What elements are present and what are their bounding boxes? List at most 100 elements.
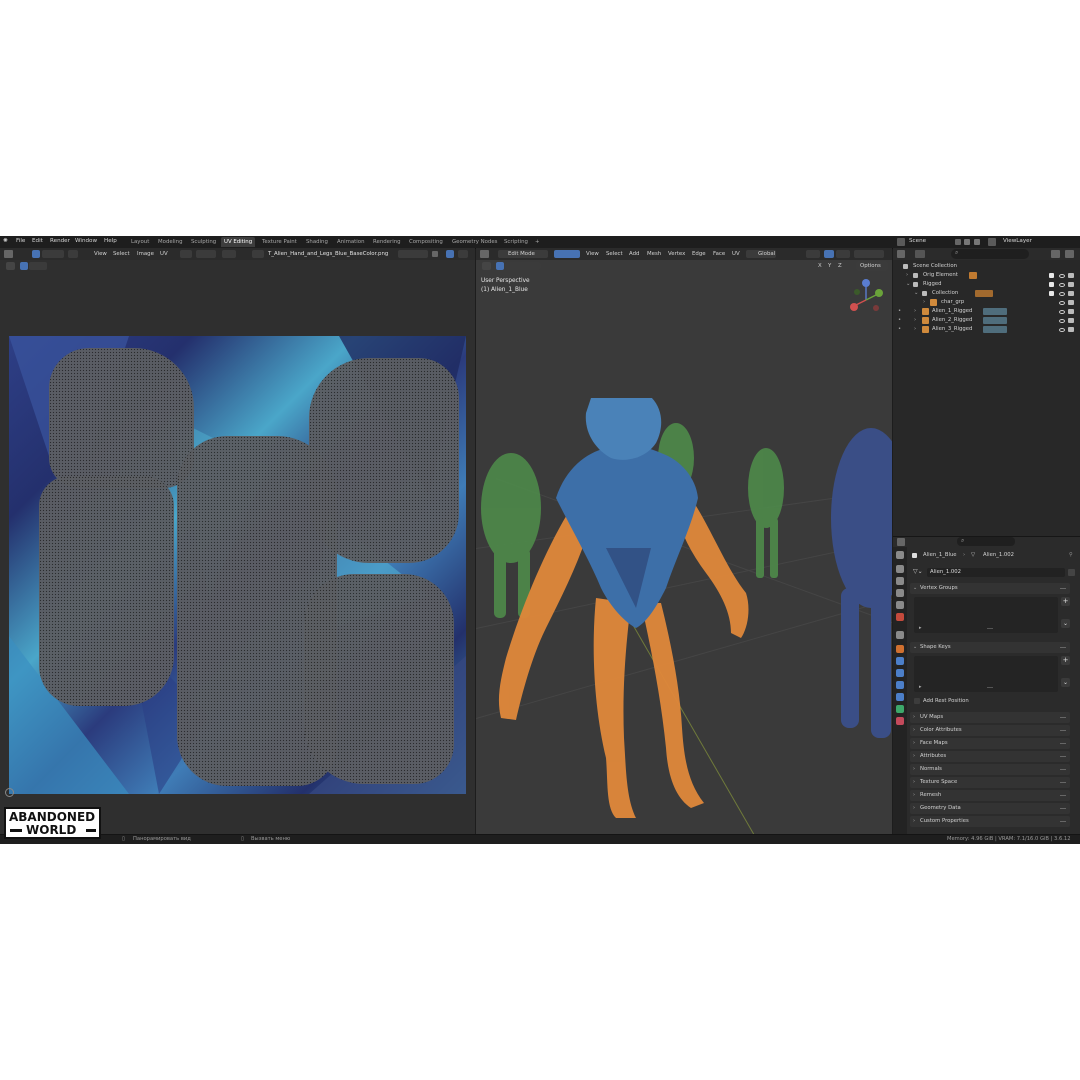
modifier-tab-icon[interactable] bbox=[896, 657, 904, 665]
tool-tab-icon[interactable] bbox=[896, 551, 904, 559]
3d-viewport[interactable]: Edit Mode View Select Add Mesh Vertex Ed… bbox=[476, 248, 892, 834]
exclude-checkbox[interactable] bbox=[1049, 273, 1054, 278]
properties-search-input[interactable] bbox=[957, 537, 1015, 546]
properties-editor[interactable]: ⌕ Alien_1_Blue › ▽ Alien_1.002 ⚲ ▽⌄ Alie… bbox=[893, 536, 1080, 835]
outliner-row[interactable]: ⌄ Collection bbox=[893, 289, 1080, 298]
editor-type-icon[interactable] bbox=[4, 250, 13, 258]
filter-icon[interactable] bbox=[1051, 250, 1060, 258]
select-box-icon[interactable] bbox=[496, 262, 504, 270]
drag-grip-icon[interactable] bbox=[1060, 769, 1066, 770]
add-workspace-button[interactable]: + bbox=[532, 237, 543, 247]
render-camera-icon[interactable] bbox=[1068, 327, 1074, 332]
play-icon[interactable]: ▸ bbox=[919, 625, 922, 631]
render-camera-icon[interactable] bbox=[1068, 318, 1074, 323]
drag-grip-icon[interactable] bbox=[1060, 730, 1066, 731]
outliner-row[interactable]: ⌄ Rigged bbox=[893, 280, 1080, 289]
add-vertex-group-button[interactable]: + bbox=[1061, 597, 1070, 606]
view-layer-tab-icon[interactable] bbox=[896, 589, 904, 597]
image-name-field[interactable]: T_Alien_Hand_and_Legs_Blue_BaseColor.png bbox=[268, 251, 388, 257]
panel-vertex-groups[interactable]: ⌄ Vertex Groups bbox=[910, 583, 1070, 594]
exclude-checkbox[interactable] bbox=[1049, 282, 1054, 287]
view-toggles[interactable] bbox=[854, 250, 884, 258]
vp-menu-select[interactable]: Select bbox=[606, 251, 623, 257]
tool-play-icon[interactable] bbox=[6, 262, 15, 270]
tab-rendering[interactable]: Rendering bbox=[370, 237, 404, 247]
material-tab-icon[interactable] bbox=[896, 717, 904, 725]
panel-texture-space[interactable]: › Texture Space bbox=[910, 777, 1070, 788]
visibility-eye-icon[interactable] bbox=[1059, 283, 1065, 287]
expand-icon[interactable]: › bbox=[914, 307, 916, 316]
pin-icon[interactable] bbox=[432, 251, 438, 257]
uv-menu-uv[interactable]: UV bbox=[160, 251, 168, 257]
delete-scene-icon[interactable] bbox=[974, 239, 980, 245]
pivot-icon[interactable] bbox=[806, 250, 820, 258]
output-tab-icon[interactable] bbox=[896, 577, 904, 585]
select-mode-icons[interactable] bbox=[505, 262, 541, 270]
vertex-groups-list[interactable] bbox=[914, 597, 1058, 633]
drag-grip-icon[interactable] bbox=[1060, 717, 1066, 718]
scene-tab-icon[interactable] bbox=[896, 601, 904, 609]
panel-normals[interactable]: › Normals bbox=[910, 764, 1070, 775]
render-camera-icon[interactable] bbox=[1068, 300, 1074, 305]
vp-menu-vertex[interactable]: Vertex bbox=[668, 251, 685, 257]
uv-island[interactable] bbox=[304, 574, 454, 784]
tab-modeling[interactable]: Modeling bbox=[155, 237, 186, 247]
navigation-gizmo-icon[interactable] bbox=[848, 278, 888, 318]
fake-user-icon[interactable] bbox=[1068, 569, 1075, 576]
overlay-icon[interactable] bbox=[458, 250, 468, 258]
outliner-row[interactable]: › char_grp bbox=[893, 298, 1080, 307]
display-channels-icon[interactable] bbox=[446, 250, 454, 258]
drag-grip-icon[interactable] bbox=[1060, 588, 1066, 589]
uv-island[interactable] bbox=[309, 358, 459, 563]
visibility-eye-icon[interactable] bbox=[1059, 319, 1065, 323]
world-tab-icon[interactable] bbox=[896, 613, 904, 621]
add-rest-position-checkbox[interactable] bbox=[914, 698, 920, 704]
tab-geometry-nodes[interactable]: Geometry Nodes bbox=[449, 237, 500, 247]
uv-island[interactable] bbox=[39, 476, 174, 706]
image-buttons[interactable] bbox=[398, 250, 428, 258]
tab-compositing[interactable]: Compositing bbox=[406, 237, 446, 247]
axis-z-toggle[interactable]: Z bbox=[838, 263, 842, 269]
new-scene-icon[interactable] bbox=[964, 239, 970, 245]
tab-sculpting[interactable]: Sculpting bbox=[188, 237, 219, 247]
vp-menu-edge[interactable]: Edge bbox=[692, 251, 706, 257]
expand-icon[interactable]: › bbox=[906, 271, 908, 280]
menu-render[interactable]: Render bbox=[50, 238, 70, 244]
outliner-row[interactable]: • › Alien_2_Rigged bbox=[893, 316, 1080, 325]
snap-icon[interactable] bbox=[196, 250, 216, 258]
new-collection-icon[interactable] bbox=[1065, 250, 1074, 258]
drag-grip-icon[interactable] bbox=[1060, 821, 1066, 822]
tab-texture-paint[interactable]: Texture Paint bbox=[259, 237, 300, 247]
drag-grip-icon[interactable] bbox=[1060, 647, 1066, 648]
render-tab-icon[interactable] bbox=[896, 565, 904, 573]
tab-shading[interactable]: Shading bbox=[303, 237, 331, 247]
vp-menu-add[interactable]: Add bbox=[629, 251, 639, 257]
blender-logo-icon[interactable]: ✺ bbox=[3, 238, 8, 244]
select-mode-buttons[interactable] bbox=[554, 250, 580, 258]
drag-grip-icon[interactable] bbox=[1060, 795, 1066, 796]
particles-tab-icon[interactable] bbox=[896, 669, 904, 677]
vp-menu-uv[interactable]: UV bbox=[732, 251, 740, 257]
panel-geometry-data[interactable]: › Geometry Data bbox=[910, 803, 1070, 814]
uv-sync-toggle-icon[interactable] bbox=[32, 250, 40, 258]
mode-dot-icon[interactable]: • bbox=[898, 307, 901, 316]
axis-x-toggle[interactable]: X bbox=[818, 263, 822, 269]
editor-type-icon[interactable] bbox=[897, 538, 905, 546]
panel-shape-keys[interactable]: ⌄ Shape Keys bbox=[910, 642, 1070, 653]
visibility-eye-icon[interactable] bbox=[1059, 274, 1065, 278]
outliner-search-input[interactable] bbox=[951, 249, 1029, 259]
expand-icon[interactable]: › bbox=[914, 316, 916, 325]
mesh-datablock-selector[interactable]: ▽⌄ Alien_1.002 bbox=[911, 568, 1077, 578]
visibility-eye-icon[interactable] bbox=[1059, 328, 1065, 332]
panel-remesh[interactable]: › Remesh bbox=[910, 790, 1070, 801]
menu-help[interactable]: Help bbox=[104, 238, 117, 244]
proportional-icon[interactable] bbox=[836, 250, 850, 258]
select-box-icon[interactable] bbox=[20, 262, 28, 270]
outliner-row[interactable]: › Orig Element bbox=[893, 271, 1080, 280]
drag-grip-icon[interactable] bbox=[1060, 756, 1066, 757]
expand-icon[interactable]: ⌄ bbox=[906, 280, 910, 289]
tab-layout[interactable]: Layout bbox=[128, 237, 152, 247]
expand-icon[interactable]: › bbox=[914, 325, 916, 334]
menu-edit[interactable]: Edit bbox=[32, 238, 43, 244]
exclude-checkbox[interactable] bbox=[1049, 291, 1054, 296]
